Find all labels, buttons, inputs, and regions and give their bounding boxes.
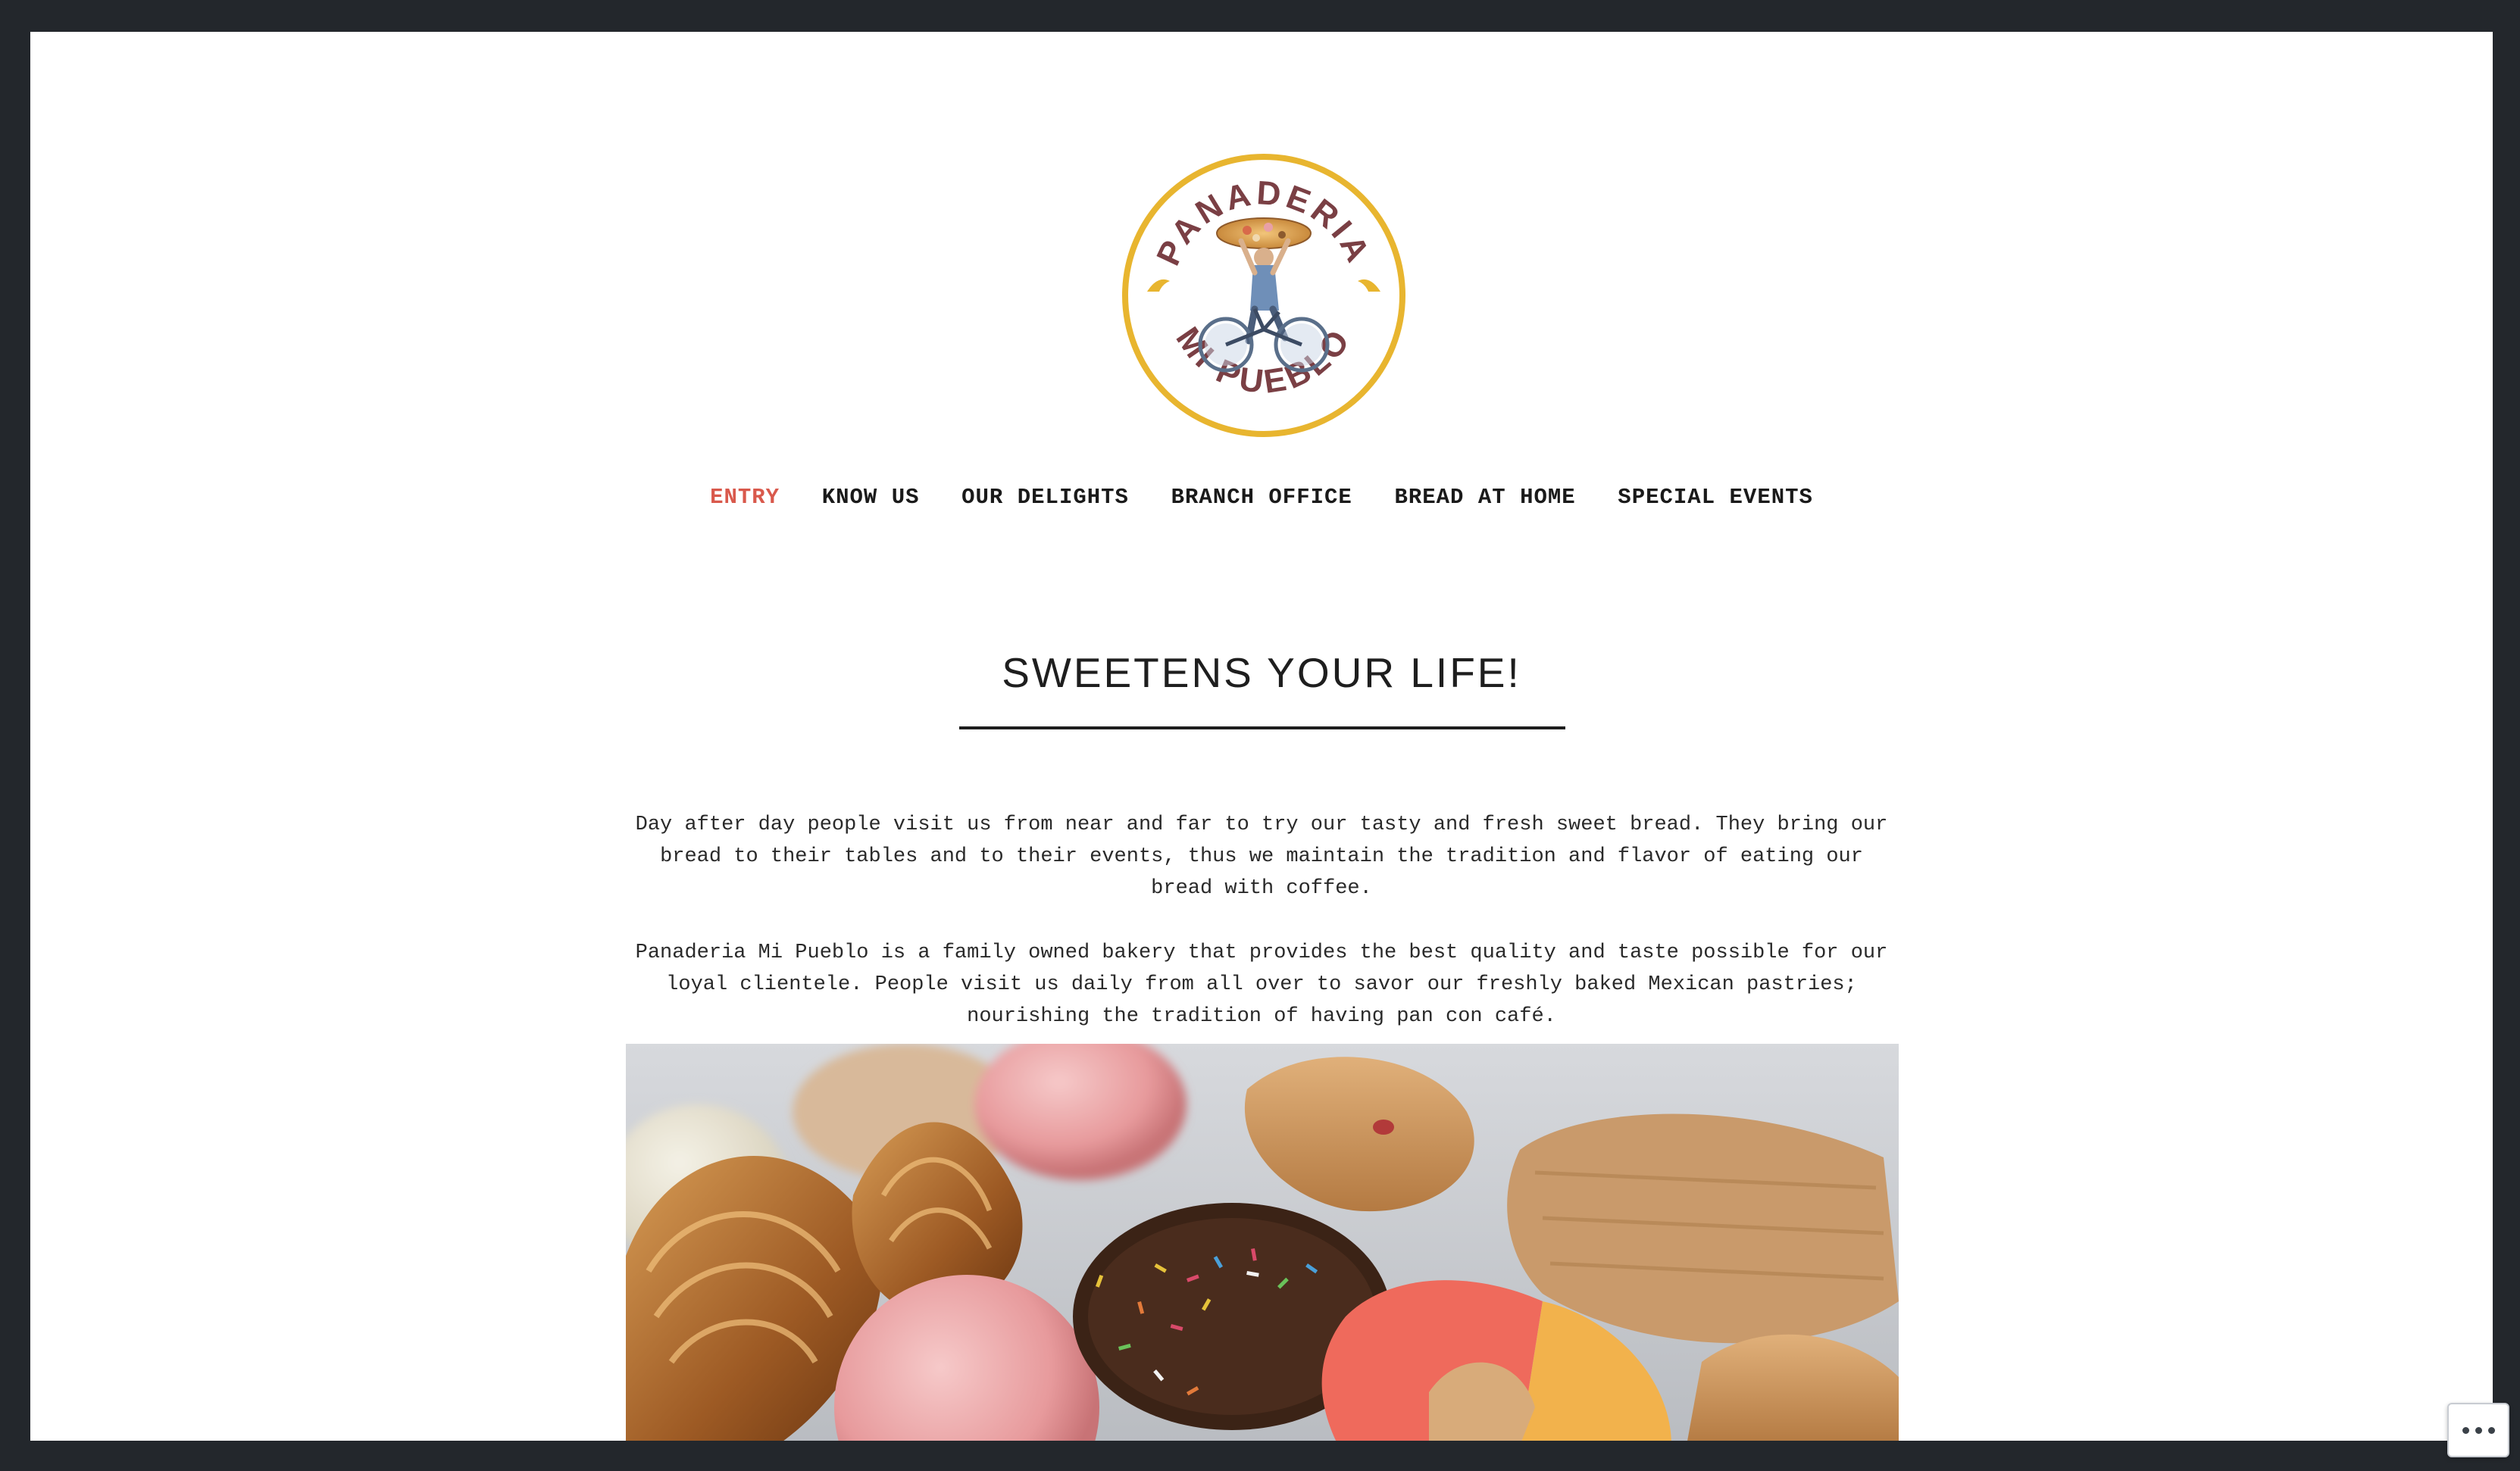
intro-paragraph: Day after day people visit us from near … [635, 814, 1888, 900]
nav-item-know-us[interactable]: KNOW US [822, 485, 920, 510]
about-paragraph: Panaderia Mi Pueblo is a family owned ba… [635, 942, 1888, 1028]
main-nav: ENTRY KNOW US OUR DELIGHTS BRANCH OFFICE… [30, 485, 2493, 510]
nav-item-our-delights[interactable]: OUR DELIGHTS [961, 485, 1129, 510]
more-options-button[interactable] [2447, 1403, 2509, 1457]
pastries-photo [626, 1044, 1899, 1441]
title-divider [959, 726, 1565, 729]
more-dots-icon [2459, 1426, 2498, 1434]
nav-item-special-events[interactable]: SPECIAL EVENTS [1618, 485, 1813, 510]
page-title: SWEETENS YOUR LIFE! [1002, 649, 1521, 696]
page-container: PANADERIA MI PUEBLO ENTRY KNOW US OUR DE… [30, 32, 2493, 1441]
logo-graphic: PANADERIA MI PUEBLO [1122, 154, 1405, 437]
nav-item-branch-office[interactable]: BRANCH OFFICE [1171, 485, 1352, 510]
nav-item-entry[interactable]: ENTRY [710, 485, 780, 510]
nav-item-bread-at-home[interactable]: BREAD AT HOME [1394, 485, 1575, 510]
site-logo[interactable]: PANADERIA MI PUEBLO [1120, 151, 1408, 439]
